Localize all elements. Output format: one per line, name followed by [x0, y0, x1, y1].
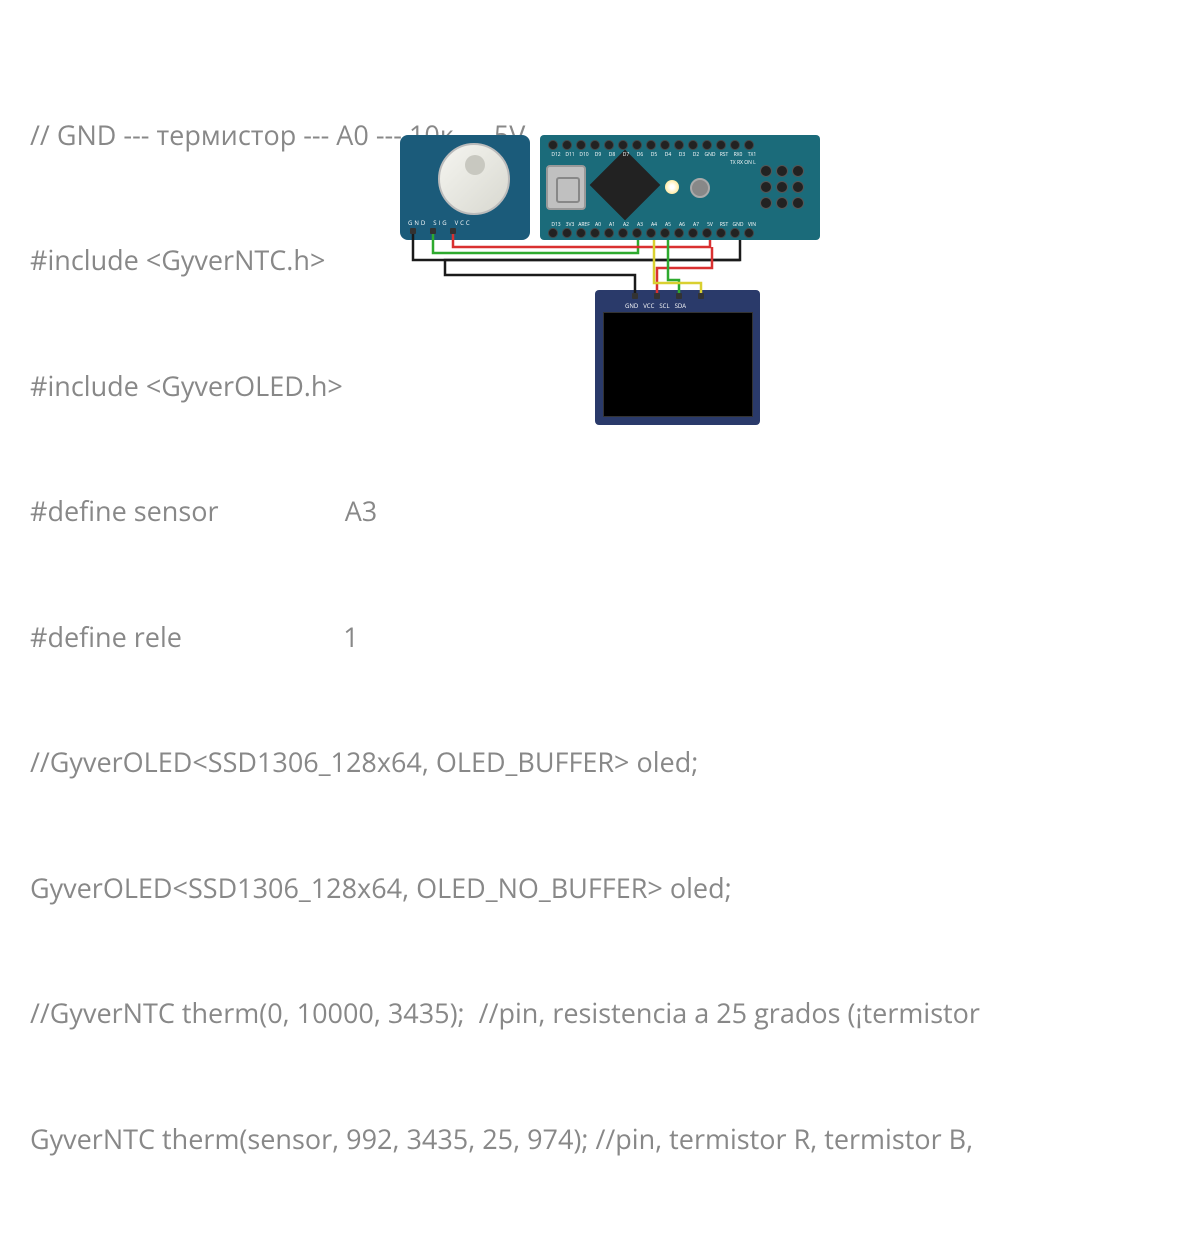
code-line: GyverNTC therm(sensor, 992, 3435, 25, 97…: [30, 1118, 1170, 1160]
code-line: #include <GyverOLED.h>: [30, 365, 1170, 407]
code-line: GyverOLED<SSD1306_128x64, OLED_NO_BUFFER…: [30, 867, 1170, 909]
code-line: #include <GyverNTC.h>: [30, 239, 1170, 281]
code-line: // GND --- термистор --- A0 --- 10к --- …: [30, 114, 1170, 156]
code-line: #define rele 1: [30, 616, 1170, 658]
code-line: //GyverOLED<SSD1306_128x64, OLED_BUFFER>…: [30, 741, 1170, 783]
code-line: #define sensor A3: [30, 490, 1170, 532]
background-code: // GND --- термистор --- A0 --- 10к --- …: [30, 30, 1170, 1260]
code-line: //GyverNTC therm(0, 10000, 3435); //pin,…: [30, 992, 1170, 1034]
